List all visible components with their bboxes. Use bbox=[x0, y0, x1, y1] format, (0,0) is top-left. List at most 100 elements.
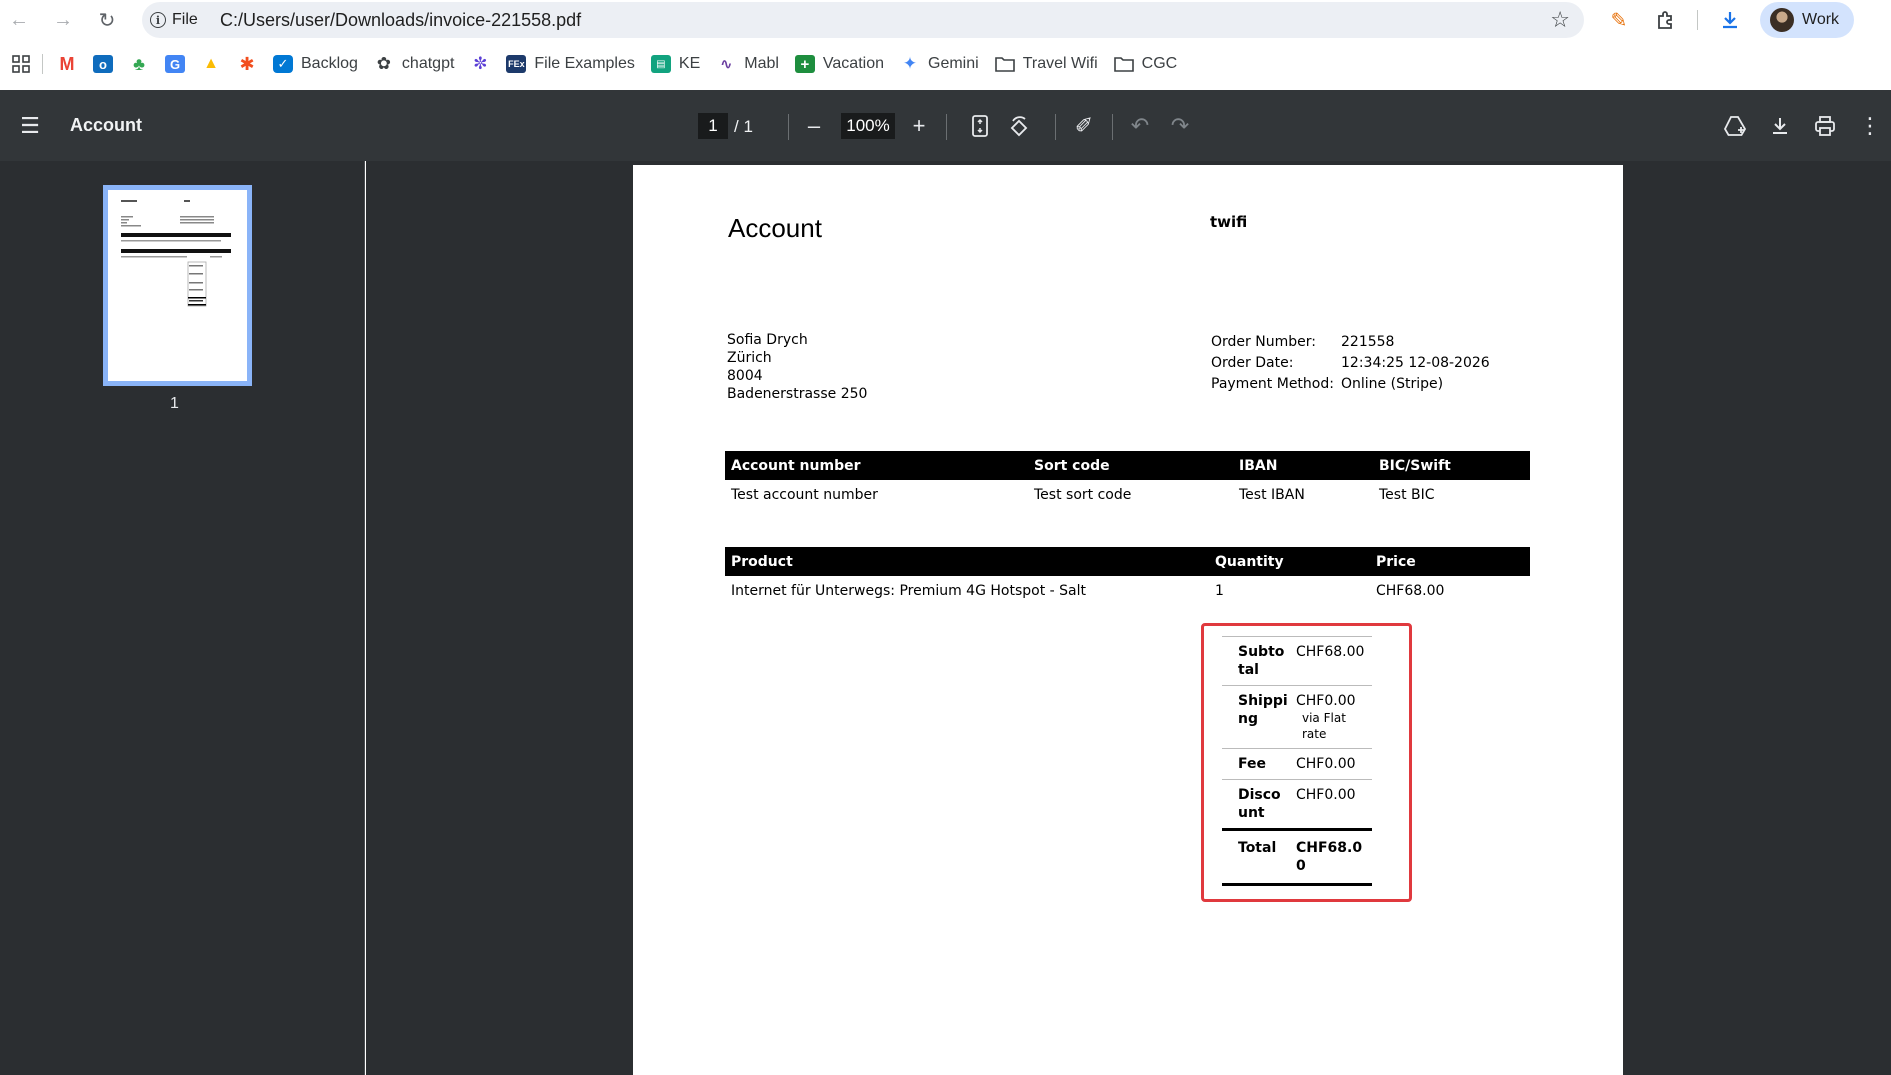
menu-icon[interactable]: ☰ bbox=[12, 108, 48, 144]
planet-icon: ✼ bbox=[473, 54, 488, 73]
totals-row: Discount CHF0.00 bbox=[1222, 779, 1372, 830]
bookmark-backlog[interactable]: ✓ Backlog bbox=[265, 49, 366, 79]
order-details: Order Number: 221558 Order Date: 12:34:25 … bbox=[1211, 332, 1490, 395]
toolbar-divider bbox=[946, 114, 947, 140]
download-icon[interactable] bbox=[1762, 108, 1798, 144]
bookmark-gemini[interactable]: ✦ Gemini bbox=[892, 49, 987, 79]
profile-chip[interactable]: Work bbox=[1760, 2, 1854, 38]
bookmark-ke[interactable]: ▤ KE bbox=[643, 49, 708, 79]
redo-icon[interactable]: ↷ bbox=[1162, 108, 1198, 144]
profile-name: Work bbox=[1802, 11, 1840, 28]
total-value: CHF68.00 bbox=[1292, 828, 1372, 886]
ke-icon: ▤ bbox=[650, 55, 671, 73]
order-number-label: Order Number: bbox=[1211, 334, 1316, 350]
more-options-icon[interactable]: ⋮ bbox=[1852, 108, 1888, 144]
bookmark-translate[interactable]: G bbox=[157, 49, 193, 79]
bookmark-figma[interactable]: ✱ bbox=[229, 49, 265, 79]
totals-highlight-box: Subtotal CHF68.00 Shipping CHF0.00 via Fl… bbox=[1201, 623, 1412, 902]
apps-grid-icon[interactable] bbox=[6, 49, 36, 79]
bookmark-chatgpt[interactable]: ✿ chatgpt bbox=[366, 49, 462, 79]
bookmark-label: File Examples bbox=[534, 55, 635, 72]
back-icon[interactable]: ← bbox=[3, 4, 35, 36]
thumbnail-preview bbox=[121, 200, 231, 307]
azure-icon: ✓ bbox=[273, 55, 293, 73]
bookmark-label: Travel Wifi bbox=[1022, 55, 1098, 72]
browser-toolbar: ← → ↻ i File C:/Users/user/Downloads/inv… bbox=[0, 0, 1891, 40]
zoom-input[interactable]: 100% bbox=[841, 113, 895, 139]
bookmark-vacation[interactable]: + Vacation bbox=[787, 49, 892, 79]
fit-page-icon[interactable] bbox=[962, 108, 998, 144]
pencil-extension-icon[interactable]: ✎ bbox=[1603, 4, 1635, 36]
fee-label: Fee bbox=[1222, 748, 1292, 780]
bookmark-drive[interactable]: ▲ bbox=[193, 49, 229, 79]
bookmark-travel-wifi[interactable]: Travel Wifi bbox=[987, 49, 1106, 79]
undo-icon[interactable]: ↶ bbox=[1122, 108, 1158, 144]
bookmark-label: Backlog bbox=[301, 55, 358, 72]
bookmark-file-examples[interactable]: FEx File Examples bbox=[498, 49, 642, 79]
url-text[interactable]: C:/Users/user/Downloads/invoice-221558.p… bbox=[220, 10, 581, 31]
address-postcode: 8004 bbox=[727, 368, 763, 384]
discount-label: Discount bbox=[1222, 779, 1292, 830]
address-city: Zürich bbox=[727, 350, 772, 366]
page-number-input[interactable]: 1 bbox=[698, 113, 728, 139]
forward-icon[interactable]: → bbox=[47, 4, 79, 36]
bookmark-label: chatgpt bbox=[401, 55, 455, 72]
shop-name: twifi bbox=[1210, 213, 1248, 231]
zoom-in-icon[interactable]: + bbox=[901, 108, 937, 144]
reload-icon[interactable]: ↻ bbox=[91, 4, 123, 36]
gmail-icon: M bbox=[59, 53, 75, 74]
extensions-puzzle-icon[interactable] bbox=[1650, 4, 1682, 36]
site-chip-label: File bbox=[172, 11, 198, 28]
totals-table: Subtotal CHF68.00 Shipping CHF0.00 via Fl… bbox=[1222, 636, 1372, 886]
clover-icon: ♣ bbox=[133, 53, 145, 74]
pdf-page: Account twifi Sofia Drych Zürich 8004 Ba… bbox=[633, 165, 1623, 1075]
subtotal-value: CHF68.00 bbox=[1292, 636, 1372, 686]
table-row: Test account number Test sort code Test … bbox=[725, 480, 1530, 509]
subtotal-label: Subtotal bbox=[1222, 636, 1292, 686]
totals-row: Subtotal CHF68.00 bbox=[1222, 636, 1372, 686]
document-title: Account bbox=[70, 115, 142, 135]
drive-icon: ▲ bbox=[203, 55, 219, 72]
print-icon[interactable] bbox=[1807, 108, 1843, 144]
zoom-out-icon[interactable]: – bbox=[796, 108, 832, 144]
address-bar[interactable]: i File C:/Users/user/Downloads/invoice-2… bbox=[142, 2, 1584, 38]
thumbnail-sidebar: 1 bbox=[0, 161, 365, 1075]
order-number: 221558 bbox=[1341, 334, 1395, 350]
site-info-chip[interactable]: i File bbox=[150, 8, 198, 32]
rotate-icon[interactable] bbox=[1002, 108, 1038, 144]
gemini-icon: ✦ bbox=[902, 54, 918, 73]
column-header: BIC/Swift bbox=[1373, 451, 1530, 480]
outlook-icon: o bbox=[93, 55, 113, 73]
mabl-icon: ∿ bbox=[719, 56, 733, 73]
figma-icon: ✱ bbox=[239, 53, 255, 74]
avatar bbox=[1770, 8, 1794, 32]
downloads-icon[interactable] bbox=[1714, 4, 1746, 36]
bookmark-mabl[interactable]: ∿ Mabl bbox=[708, 49, 787, 79]
table-cell: 1 bbox=[1215, 582, 1224, 599]
bookmark-label: Mabl bbox=[744, 55, 779, 72]
bookmark-gmail[interactable]: M bbox=[49, 49, 85, 79]
toolbar-divider bbox=[1697, 10, 1698, 30]
table-cell: Test account number bbox=[731, 486, 878, 503]
table-cell: Test IBAN bbox=[1239, 486, 1305, 503]
payment-method-label: Payment Method: bbox=[1211, 376, 1334, 392]
bookmark-label: Vacation bbox=[822, 55, 884, 72]
billing-address: Sofia Drych Zürich 8004 Badenerstrasse 2… bbox=[727, 331, 867, 403]
order-date: 12:34:25 12-08-2026 bbox=[1341, 355, 1490, 371]
page-thumbnail[interactable] bbox=[103, 185, 252, 386]
save-to-drive-icon[interactable] bbox=[1717, 108, 1753, 144]
bookmark-cgc[interactable]: CGC bbox=[1106, 49, 1186, 79]
bookmark-clover[interactable]: ♣ bbox=[121, 49, 157, 79]
bookmarks-divider bbox=[42, 54, 43, 74]
bookmark-star-icon[interactable]: ☆ bbox=[1550, 7, 1570, 33]
openai-icon: ✿ bbox=[376, 54, 392, 73]
bookmark-planet[interactable]: ✼ bbox=[462, 49, 498, 79]
table-cell: Test sort code bbox=[1034, 486, 1132, 503]
column-header: IBAN bbox=[1233, 451, 1373, 480]
folder-icon bbox=[994, 57, 1015, 72]
totals-row-grand-total: Total CHF68.00 bbox=[1222, 828, 1372, 886]
bookmark-outlook[interactable]: o bbox=[85, 49, 121, 79]
fee-value: CHF0.00 bbox=[1292, 748, 1372, 780]
annotate-icon[interactable]: ✐ bbox=[1066, 108, 1102, 144]
products-table: Product Quantity Price Internet für Unte… bbox=[725, 547, 1530, 605]
